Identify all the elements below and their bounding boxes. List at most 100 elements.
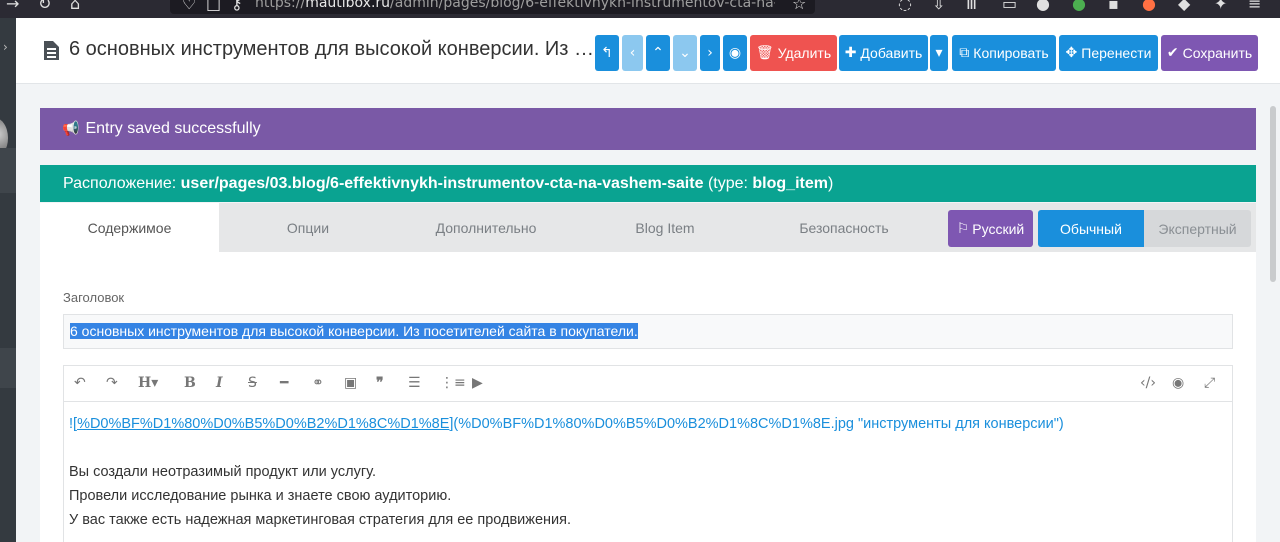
sidebar-item[interactable] [0, 348, 16, 388]
page-scrollbar[interactable] [1268, 86, 1278, 542]
tab-advanced[interactable]: Дополнительно [397, 203, 575, 252]
bookmark-star-icon[interactable]: ☆ [792, 0, 806, 13]
redo-icon[interactable]: ↷ [106, 375, 118, 391]
download-icon[interactable]: ⇩ [932, 0, 945, 13]
scrollbar-thumb[interactable] [1270, 106, 1276, 282]
library-icon[interactable]: Ⅲ [966, 0, 977, 13]
language-button[interactable]: ⚐ Русский [948, 210, 1033, 247]
flag-icon: ⚐ [956, 220, 970, 237]
check-icon: ✔ [1166, 45, 1179, 61]
page-header: 6 основных инструментов для высокой конв… [16, 18, 1280, 84]
title-input-value: 6 основных инструментов для высокой конв… [70, 323, 638, 339]
tab-content[interactable]: Содержимое [40, 203, 219, 252]
fullscreen-icon[interactable]: ⤢ [1204, 375, 1215, 391]
forward-arrow-icon[interactable]: → [6, 0, 19, 13]
preview-button[interactable]: ◉ [723, 35, 747, 71]
extension-orange-icon[interactable]: ● [1142, 0, 1156, 13]
bold-icon[interactable]: B [184, 375, 196, 391]
tab-options[interactable]: Опции [219, 203, 397, 252]
copy-button[interactable]: ⧉ Копировать [952, 35, 1056, 71]
reply-arrow-icon: ↰ [601, 45, 613, 61]
numbered-list-icon[interactable]: ⋮≡ [440, 375, 466, 391]
mode-normal-button[interactable]: Обычный [1038, 210, 1144, 247]
plus-icon: ✚ [844, 45, 857, 61]
next-button[interactable]: › [700, 35, 720, 71]
menu-icon[interactable]: ≡ [1248, 0, 1261, 13]
permissions-icon[interactable]: ⚷ [231, 0, 243, 13]
address-text[interactable]: https://mautibox.ru/admin/pages/blog/6-e… [255, 0, 775, 11]
youtube-icon[interactable]: ▶ [472, 375, 483, 391]
paragraph-line: Провели исследование рынка и знаете свою… [69, 488, 452, 504]
editor-body[interactable]: ![%D0%BF%D1%80%D0%B5%D0%B2%D1%8C%D1%8E](… [69, 412, 1227, 532]
page-title: 6 основных инструментов для высокой конв… [69, 38, 599, 60]
image-markdown-line: ![%D0%BF%D1%80%D0%B5%D0%B2%D1%8C%D1%8E](… [69, 416, 1064, 432]
megaphone-icon: 📢 [62, 121, 80, 137]
paragraph-line: У вас также есть надежная маркетинговая … [69, 512, 572, 528]
tab-bar: Содержимое Опции Дополнительно Blog Item… [40, 203, 1256, 252]
chevron-right-icon: › [707, 45, 713, 61]
copy-icon: ⧉ [959, 45, 970, 61]
shield-icon[interactable]: ♡ [182, 0, 196, 13]
italic-icon[interactable]: I [216, 375, 223, 391]
move-up-button[interactable]: ⌃ [646, 35, 670, 71]
reload-icon[interactable]: ↻ [38, 0, 51, 13]
extensions-puzzle-icon[interactable]: ✦ [1214, 0, 1227, 13]
type-close: ) [827, 174, 834, 192]
trash-icon: 🗑 [755, 45, 774, 61]
location-label: Расположение: [63, 174, 177, 192]
tab-blog-item[interactable]: Blog Item [575, 203, 755, 252]
tab-security[interactable]: Безопасность [755, 203, 933, 252]
undo-icon[interactable]: ↶ [74, 375, 86, 391]
save-button[interactable]: ✔ Сохранить [1161, 35, 1258, 71]
location-path: user/pages/03.blog/6-effektivnykh-instru… [180, 174, 704, 192]
account-icon[interactable]: ● [1036, 0, 1050, 13]
link-icon[interactable]: ⚭ [312, 375, 324, 391]
add-dropdown-button[interactable]: ▾ [930, 35, 948, 71]
alert-message: Entry saved successfully [85, 120, 261, 137]
admin-sidebar: › [0, 18, 16, 542]
image-icon[interactable]: ▣ [344, 375, 357, 391]
horizontal-rule-icon[interactable]: ━ [280, 375, 288, 391]
sidebar-expand-icon[interactable]: › [3, 40, 8, 54]
paragraph-line: Вы создали неотразимый продукт или услуг… [69, 464, 376, 480]
extension-green-icon[interactable]: ● [1072, 0, 1086, 13]
extension-icon[interactable]: ▪ [1108, 0, 1119, 13]
prev-button[interactable]: ‹ [622, 35, 643, 71]
arrows-move-icon: ✥ [1065, 45, 1078, 61]
title-label: Заголовок [63, 290, 125, 305]
eye-icon: ◉ [728, 45, 742, 61]
content-panel: Заголовок 6 основных инструментов для вы… [40, 252, 1256, 542]
code-icon[interactable]: ‹/› [1140, 375, 1156, 391]
back-button[interactable]: ↰ [595, 35, 619, 71]
strikethrough-icon[interactable]: S [248, 375, 257, 391]
home-icon[interactable]: ⌂ [70, 0, 80, 13]
editor-toolbar: ↶ ↷ H▾ B I S ━ ⚭ ▣ ❞ ☰ ⋮≡ ▶ ‹/› ◉ ⤢ [64, 366, 1232, 402]
sidebar-item[interactable] [0, 148, 16, 193]
success-alert: 📢 Entry saved successfully [40, 108, 1256, 150]
markdown-editor: ↶ ↷ H▾ B I S ━ ⚭ ▣ ❞ ☰ ⋮≡ ▶ ‹/› ◉ ⤢ ![%D… [63, 365, 1233, 542]
move-down-button[interactable]: ⌄ [673, 35, 697, 71]
image-alt-link[interactable]: %D0%BF%D1%80%D0%B5%D0%B2%D1%8C%D1%8E [77, 416, 449, 432]
add-button[interactable]: ✚ Добавить [839, 35, 928, 71]
pocket-icon[interactable]: ◌ [898, 0, 912, 13]
mode-expert-button[interactable]: Экспертный [1144, 210, 1251, 247]
location-bar: Расположение: user/pages/03.blog/6-effek… [40, 165, 1256, 202]
extension-shield-icon[interactable]: ◆ [1178, 0, 1190, 13]
file-text-icon [44, 41, 59, 60]
sidebar-icon[interactable]: ▭ [1002, 0, 1017, 13]
move-button[interactable]: ✥ Перенести [1059, 35, 1158, 71]
preview-eye-icon[interactable]: ◉ [1172, 375, 1184, 391]
chevron-down-icon: ⌄ [679, 45, 691, 61]
chevron-up-icon: ⌃ [652, 45, 664, 61]
heading-icon[interactable]: H▾ [138, 375, 158, 391]
quote-icon[interactable]: ❞ [376, 375, 384, 391]
type-open: (type: [707, 174, 748, 192]
title-input[interactable]: 6 основных инструментов для высокой конв… [63, 314, 1233, 349]
browser-toolbar: → ↻ ⌂ ♡ □ ⚷ https://mautibox.ru/admin/pa… [0, 0, 1280, 18]
page-info-icon[interactable]: □ [206, 0, 221, 13]
caret-down-icon: ▾ [935, 45, 943, 61]
bullet-list-icon[interactable]: ☰ [408, 375, 421, 391]
chevron-left-icon: ‹ [629, 45, 636, 61]
admin-main: 6 основных инструментов для высокой конв… [16, 18, 1280, 542]
delete-button[interactable]: 🗑 Удалить [750, 35, 837, 71]
